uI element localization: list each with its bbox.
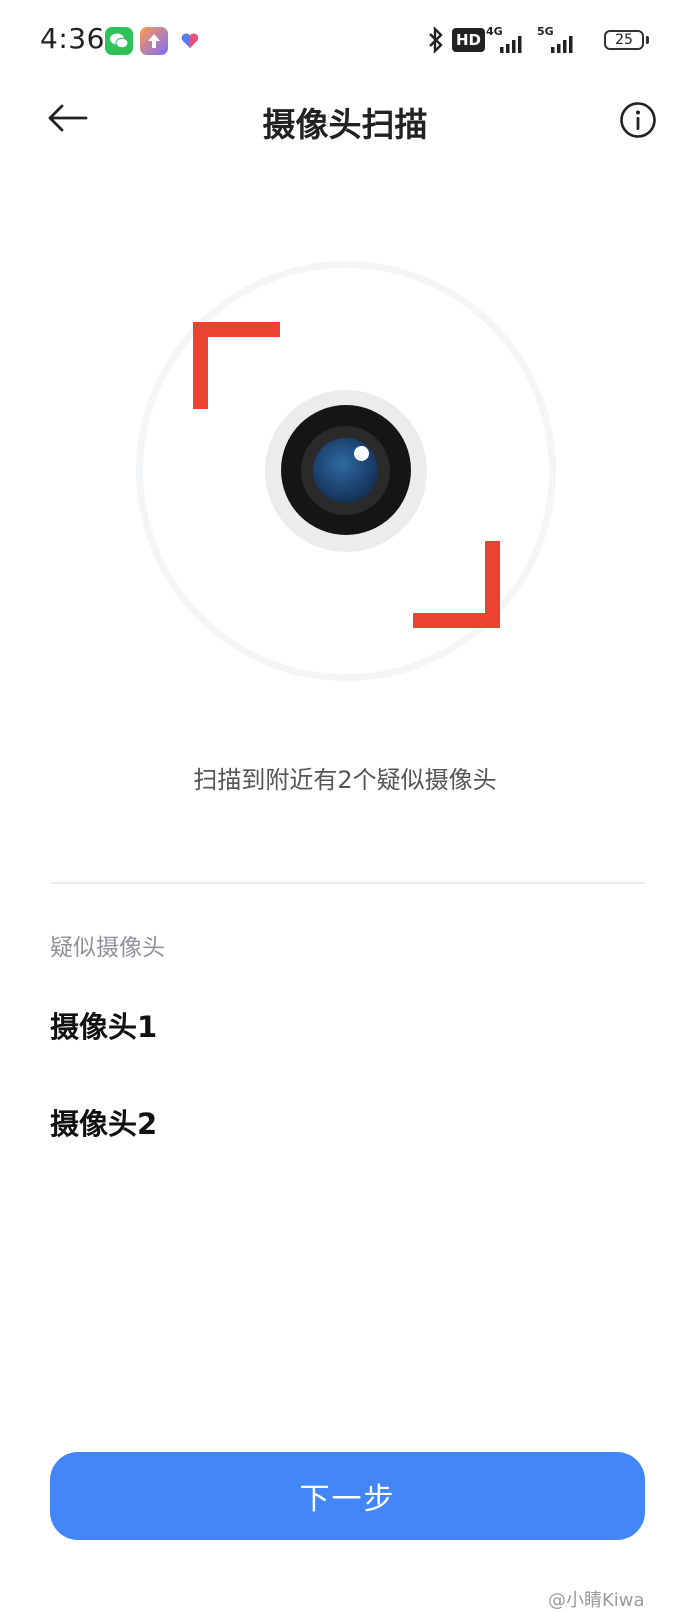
hd-badge: HD xyxy=(452,28,486,52)
status-time: 4:36 xyxy=(40,22,105,55)
scan-frame-top-left-v xyxy=(193,322,208,409)
signal-5g-icon: 5G xyxy=(537,25,573,53)
battery-icon: 25 xyxy=(604,30,644,50)
scan-result-text: 扫描到附近有2个疑似摄像头 xyxy=(193,766,497,794)
page-title: 摄像头扫描 xyxy=(262,105,428,144)
camera-lens-glass xyxy=(313,438,378,503)
camera-list-item-2[interactable]: 摄像头2 xyxy=(50,1101,450,1143)
bluetooth-icon xyxy=(425,26,447,58)
section-label: 疑似摄像头 xyxy=(50,935,165,961)
scan-frame-bottom-right-v xyxy=(485,541,500,628)
next-button[interactable]: 下一步 xyxy=(50,1452,645,1540)
health-icon xyxy=(176,27,204,55)
camera-list-item-1[interactable]: 摄像头1 xyxy=(50,1004,450,1046)
divider xyxy=(50,882,645,884)
status-bar: 4:36 HD 4G 5G 25 xyxy=(0,0,690,80)
watermark: @小睛Kiwa xyxy=(548,1590,645,1611)
camera-lens-glint xyxy=(354,446,369,461)
info-icon xyxy=(620,102,656,138)
signal-icon: 4G xyxy=(486,25,522,53)
info-button[interactable] xyxy=(618,100,658,140)
upload-icon xyxy=(140,27,168,55)
battery-tip xyxy=(646,36,649,44)
wechat-icon xyxy=(105,27,133,55)
